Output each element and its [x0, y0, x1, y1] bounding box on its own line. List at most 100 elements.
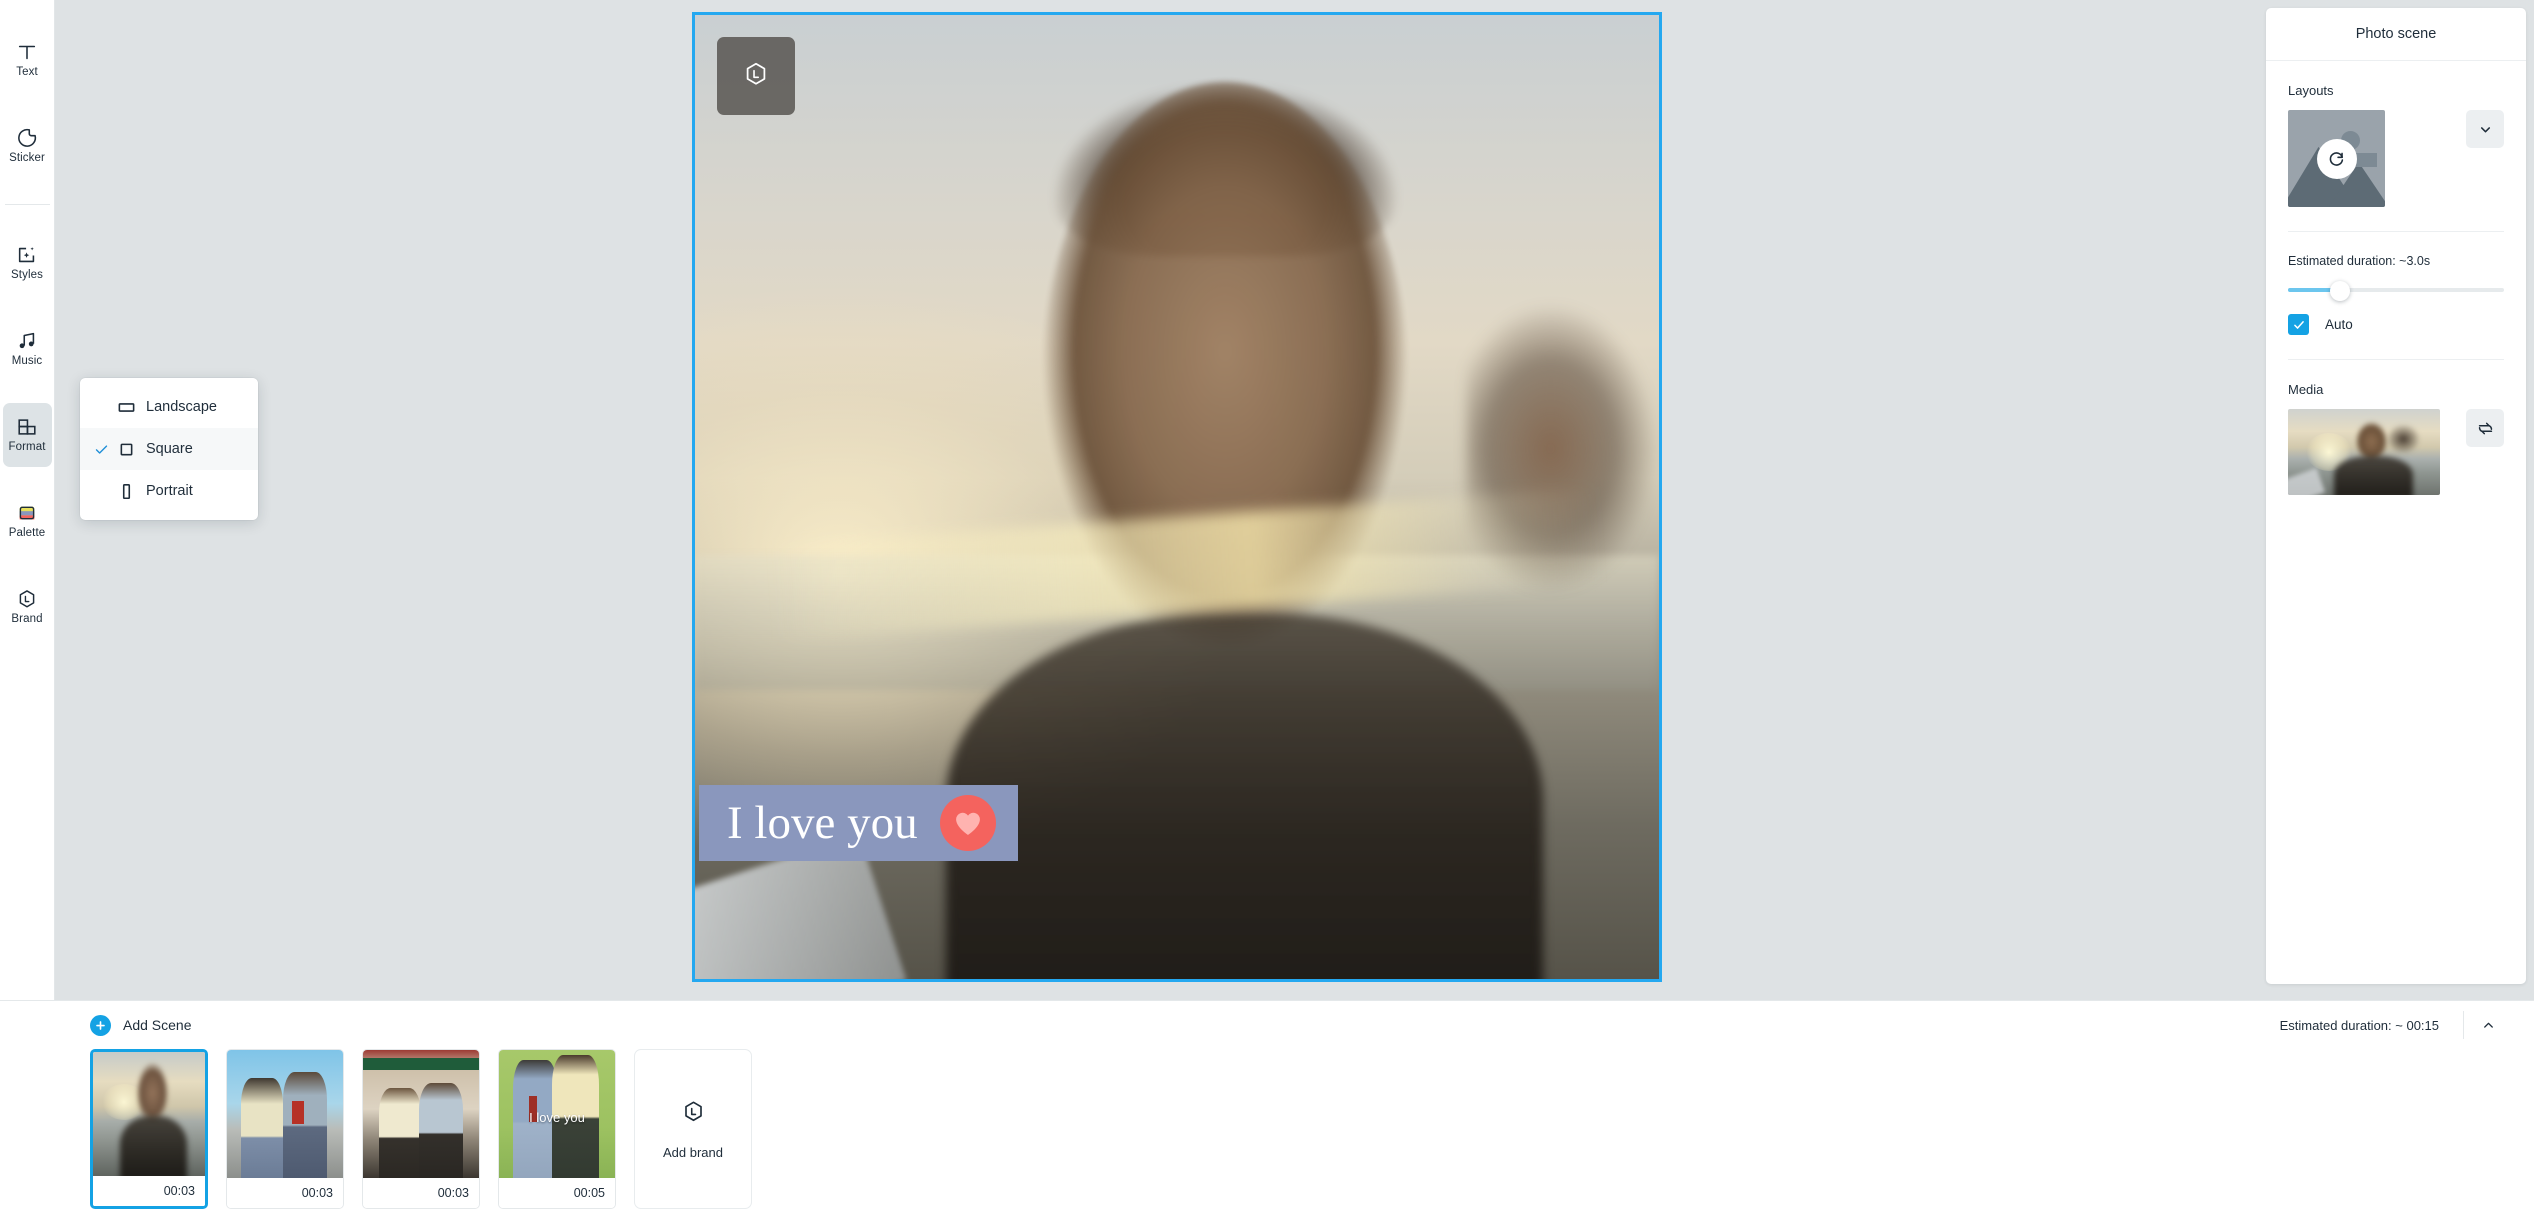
panel-divider-1 [2288, 231, 2504, 232]
slider-handle[interactable] [2329, 281, 2350, 301]
scene-duration-label: Estimated duration: ~3.0s [2288, 254, 2431, 268]
media-arm-layer [2388, 424, 2422, 454]
layout-refresh-button[interactable] [2316, 138, 2357, 179]
layouts-expand-button[interactable] [2466, 110, 2504, 148]
scene-person-b [282, 1071, 327, 1178]
scene-accent [291, 1101, 304, 1125]
timeline-bar: Add Scene Estimated duration: ~ 00:15 00… [0, 1000, 2534, 1222]
brand-icon [16, 588, 38, 610]
format-option-portrait[interactable]: Portrait [80, 470, 258, 512]
scene-face-layer [135, 1061, 170, 1124]
palette-icon [16, 502, 38, 524]
table-row[interactable]: 00:03 [226, 1049, 344, 1209]
sidebar-item-label: Music [11, 355, 43, 368]
scene-person-a [379, 1088, 421, 1178]
scene-duration: 00:03 [93, 1176, 205, 1206]
media-replace-button[interactable] [2466, 409, 2504, 447]
layout-thumbnail[interactable] [2288, 110, 2385, 207]
table-row[interactable]: 00:03 [362, 1049, 480, 1209]
scene-duration: 00:03 [227, 1178, 343, 1208]
sidebar-item-label: Brand [11, 613, 43, 626]
format-dropdown-menu: Landscape Square Portrait [80, 378, 258, 520]
layouts-section-label: Layouts [2288, 83, 2334, 98]
music-icon [16, 330, 38, 352]
scene-duration: 00:05 [499, 1178, 615, 1208]
swap-icon [2478, 422, 2492, 434]
add-brand-button[interactable]: Add brand [634, 1049, 752, 1209]
scene-person-b [418, 1083, 463, 1178]
caption-text: I love you [727, 796, 918, 849]
sidebar-item-sticker[interactable]: Sticker [3, 114, 52, 178]
sidebar-item-text[interactable]: Text [3, 28, 52, 92]
square-icon [112, 440, 140, 459]
panel-divider-2 [2288, 359, 2504, 360]
scene-thumbnail [227, 1050, 343, 1178]
scene-art-1 [93, 1052, 205, 1176]
auto-label: Auto [2325, 317, 2353, 332]
timeline-header: Add Scene Estimated duration: ~ 00:15 [0, 1001, 2534, 1049]
format-option-label: Landscape [146, 399, 217, 415]
sidebar-item-palette[interactable]: Palette [3, 489, 52, 553]
portrait-icon [112, 482, 140, 501]
auto-duration-row[interactable]: Auto [2288, 314, 2504, 335]
scene-caption-text: I love you [529, 1110, 585, 1126]
add-scene-label: Add Scene [123, 1017, 192, 1033]
media-board-layer [2288, 468, 2325, 495]
sidebar-item-label: Format [8, 441, 46, 454]
sidebar-item-music[interactable]: Music [3, 317, 52, 381]
styles-icon [16, 244, 38, 266]
auto-checkbox[interactable] [2288, 314, 2309, 335]
chevron-down-icon [2480, 126, 2490, 132]
scene-art-3 [363, 1050, 479, 1178]
sticker-icon [16, 127, 38, 149]
layouts-row [2288, 110, 2504, 207]
check-icon [90, 442, 112, 457]
add-brand-label: Add brand [663, 1144, 723, 1160]
scene-torso-layer [119, 1116, 188, 1176]
sidebar-item-format[interactable]: Format [2, 403, 52, 467]
photo-torso-layer [945, 612, 1544, 979]
timeline-header-right: Estimated duration: ~ 00:15 [2280, 1011, 2512, 1039]
scene-art-2 [227, 1050, 343, 1178]
sidebar-item-styles[interactable]: Styles [3, 231, 52, 295]
check-icon [2293, 320, 2304, 329]
canvas-caption-overlay[interactable]: I love you [699, 785, 1018, 861]
media-section-label: Media [2288, 382, 2324, 397]
duration-slider[interactable] [2288, 281, 2504, 301]
sidebar-item-label: Palette [8, 527, 46, 540]
timeline-collapse-button[interactable] [2464, 1018, 2512, 1033]
media-row [2288, 409, 2504, 495]
scene-person-a [240, 1078, 283, 1178]
total-duration-label: Estimated duration: ~ 00:15 [2279, 1017, 2439, 1033]
text-icon [16, 41, 38, 63]
media-torso-layer [2333, 456, 2413, 495]
table-row[interactable]: I love you 00:05 [498, 1049, 616, 1209]
media-thumbnail[interactable] [2288, 409, 2440, 495]
format-option-landscape[interactable]: Landscape [80, 386, 258, 428]
scene-thumbnail [93, 1052, 205, 1176]
canvas-brand-button[interactable] [717, 37, 795, 115]
sidebar-item-brand[interactable]: Brand [3, 575, 52, 639]
scene-canvas[interactable]: I love you [692, 12, 1662, 982]
brand-logo-icon [742, 60, 770, 93]
plus-icon [90, 1014, 111, 1036]
scene-list: 00:03 00:03 00:03 I love you 00:05 Add b… [0, 1049, 2534, 1209]
format-icon [16, 416, 38, 438]
panel-body: Layouts Estimated duration: ~3.0s Auto M… [2266, 61, 2526, 495]
add-scene-button[interactable]: Add Scene [90, 1014, 192, 1036]
table-row[interactable]: 00:03 [90, 1049, 208, 1209]
format-option-square[interactable]: Square [80, 428, 258, 470]
brand-logo-icon [681, 1099, 706, 1129]
rotate-icon [2329, 152, 2344, 166]
right-properties-panel: Photo scene Layouts Estimated duration: … [2266, 8, 2526, 984]
sidebar-divider [4, 204, 50, 205]
sidebar-item-label: Styles [11, 269, 43, 282]
chevron-up-icon [2483, 1022, 2493, 1028]
scene-awning [363, 1057, 479, 1071]
scene-thumbnail [363, 1050, 479, 1178]
panel-title: Photo scene [2266, 8, 2526, 61]
sidebar-item-label: Sticker [9, 152, 45, 165]
format-option-label: Square [146, 441, 193, 457]
format-option-label: Portrait [146, 483, 193, 499]
scene-thumbnail: I love you [499, 1050, 615, 1178]
